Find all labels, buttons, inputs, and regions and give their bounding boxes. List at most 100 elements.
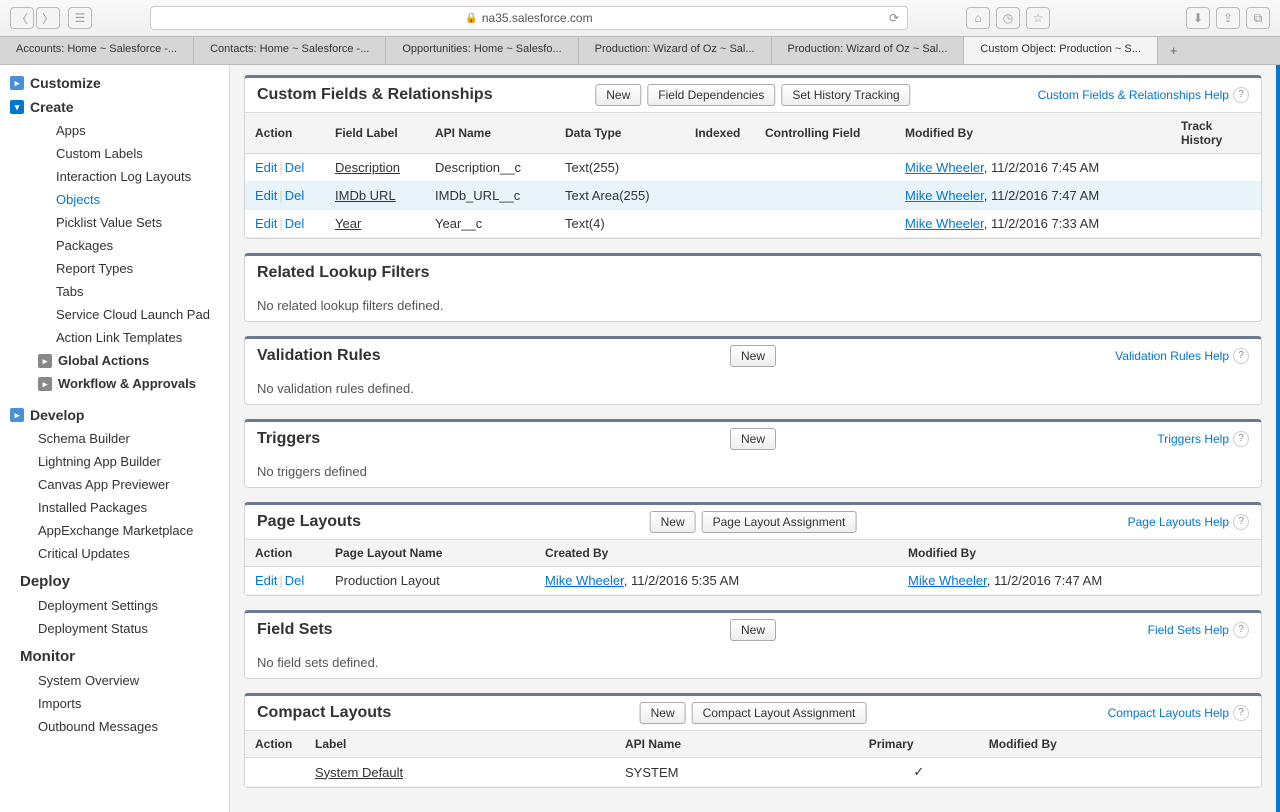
- sidebar-deploy-settings[interactable]: Deployment Settings: [0, 594, 229, 617]
- sidebar-workflow[interactable]: ▸Workflow & Approvals: [0, 372, 229, 395]
- tabs-icon[interactable]: ⧉: [1246, 7, 1270, 29]
- layout-assignment-button[interactable]: Page Layout Assignment: [702, 511, 857, 533]
- sidebar-packages[interactable]: Packages: [0, 234, 229, 257]
- history-tracking-button[interactable]: Set History Tracking: [781, 84, 910, 106]
- sidebar-develop[interactable]: ▸Develop: [0, 403, 229, 427]
- sidebar-service-cloud[interactable]: Service Cloud Launch Pad: [0, 303, 229, 326]
- sidebar-installed[interactable]: Installed Packages: [0, 496, 229, 519]
- field-description[interactable]: Description: [335, 160, 400, 175]
- url-bar[interactable]: 🔒 na35.salesforce.com ⟳: [150, 6, 908, 30]
- new-validation-button[interactable]: New: [730, 345, 776, 367]
- sidebar-lightning[interactable]: Lightning App Builder: [0, 450, 229, 473]
- new-tab-button[interactable]: +: [1158, 37, 1190, 64]
- sidebar-action-link[interactable]: Action Link Templates: [0, 326, 229, 349]
- triggers-help-link[interactable]: Triggers Help: [1157, 432, 1229, 446]
- refresh-icon[interactable]: ⟳: [889, 11, 899, 25]
- history-icon[interactable]: ◷: [996, 7, 1020, 29]
- tab-production-1[interactable]: Production: Wizard of Oz ~ Sal...: [579, 37, 772, 64]
- new-layout-button[interactable]: New: [650, 511, 696, 533]
- field-dependencies-button[interactable]: Field Dependencies: [647, 84, 775, 106]
- forward-button[interactable]: 〉: [36, 7, 60, 29]
- url-text: na35.salesforce.com: [482, 11, 593, 25]
- help-icon[interactable]: ?: [1233, 87, 1249, 103]
- expand-icon: ▸: [10, 76, 24, 90]
- sidebar-picklist[interactable]: Picklist Value Sets: [0, 211, 229, 234]
- validation-help-link[interactable]: Validation Rules Help: [1115, 349, 1229, 363]
- custom-fields-panel: Custom Fields & Relationships New Field …: [244, 75, 1262, 239]
- tab-production-2[interactable]: Production: Wizard of Oz ~ Sal...: [772, 37, 965, 64]
- sidebar-deploy-status[interactable]: Deployment Status: [0, 617, 229, 640]
- compact-help-link[interactable]: Compact Layouts Help: [1108, 706, 1229, 720]
- home-icon[interactable]: ⌂: [966, 7, 990, 29]
- tab-custom-object[interactable]: Custom Object: Production ~ S...: [964, 37, 1158, 64]
- tab-opportunities[interactable]: Opportunities: Home ~ Salesfo...: [386, 37, 578, 64]
- sidebar-apps[interactable]: Apps: [0, 119, 229, 142]
- help-icon[interactable]: ?: [1233, 348, 1249, 364]
- validation-panel: Validation Rules New Validation Rules He…: [244, 336, 1262, 405]
- sidebar-system-overview[interactable]: System Overview: [0, 669, 229, 692]
- tab-accounts[interactable]: Accounts: Home ~ Salesforce -...: [0, 37, 194, 64]
- help-icon[interactable]: ?: [1233, 514, 1249, 530]
- tab-contacts[interactable]: Contacts: Home ~ Salesforce -...: [194, 37, 386, 64]
- sidebar-critical[interactable]: Critical Updates: [0, 542, 229, 565]
- del-link[interactable]: Del: [285, 188, 305, 203]
- new-field-button[interactable]: New: [595, 84, 641, 106]
- page-layouts-table: Action Page Layout Name Created By Modif…: [245, 539, 1261, 595]
- help-icon[interactable]: ?: [1233, 431, 1249, 447]
- user-link[interactable]: Mike Wheeler: [905, 188, 984, 203]
- expand-icon: ▸: [10, 408, 24, 422]
- new-compact-button[interactable]: New: [640, 702, 686, 724]
- compact-system-default[interactable]: System Default: [315, 765, 403, 780]
- validation-title: Validation Rules: [257, 347, 381, 365]
- del-link[interactable]: Del: [285, 216, 305, 231]
- edit-link[interactable]: Edit: [255, 216, 277, 231]
- table-row: Edit|Del Production Layout Mike Wheeler,…: [245, 567, 1261, 595]
- del-link[interactable]: Del: [285, 573, 305, 588]
- user-link[interactable]: Mike Wheeler: [905, 160, 984, 175]
- validation-empty: No validation rules defined.: [245, 373, 1261, 404]
- col-controlling: Controlling Field: [755, 113, 895, 154]
- compact-assignment-button[interactable]: Compact Layout Assignment: [692, 702, 867, 724]
- sidebar-imports[interactable]: Imports: [0, 692, 229, 715]
- sidebar-tabs[interactable]: Tabs: [0, 280, 229, 303]
- sidebar-interaction-log[interactable]: Interaction Log Layouts: [0, 165, 229, 188]
- new-trigger-button[interactable]: New: [730, 428, 776, 450]
- sidebar-create[interactable]: ▾Create: [0, 95, 229, 119]
- field-year[interactable]: Year: [335, 216, 361, 231]
- table-row: System Default SYSTEM ✓: [245, 758, 1261, 787]
- sidebar-appexchange[interactable]: AppExchange Marketplace: [0, 519, 229, 542]
- download-icon[interactable]: ⬇: [1186, 7, 1210, 29]
- sidebar-schema[interactable]: Schema Builder: [0, 427, 229, 450]
- bookmark-icon[interactable]: ☆: [1026, 7, 1050, 29]
- edit-link[interactable]: Edit: [255, 160, 277, 175]
- compact-layouts-panel: Compact Layouts New Compact Layout Assig…: [244, 693, 1262, 788]
- sidebar-report-types[interactable]: Report Types: [0, 257, 229, 280]
- custom-fields-help-link[interactable]: Custom Fields & Relationships Help: [1038, 88, 1229, 102]
- sidebar-custom-labels[interactable]: Custom Labels: [0, 142, 229, 165]
- del-link[interactable]: Del: [285, 160, 305, 175]
- sidebar-objects[interactable]: Objects: [0, 188, 229, 211]
- sidebar-outbound[interactable]: Outbound Messages: [0, 715, 229, 738]
- back-button[interactable]: 〈: [10, 7, 34, 29]
- share-icon[interactable]: ⇪: [1216, 7, 1240, 29]
- help-icon[interactable]: ?: [1233, 705, 1249, 721]
- sidebar-customize[interactable]: ▸Customize: [0, 71, 229, 95]
- new-fieldset-button[interactable]: New: [730, 619, 776, 641]
- related-lookup-title: Related Lookup Filters: [257, 264, 429, 282]
- help-icon[interactable]: ?: [1233, 622, 1249, 638]
- edit-link[interactable]: Edit: [255, 573, 277, 588]
- primary-check-icon: ✓: [859, 758, 979, 787]
- sidebar-monitor-heading: Monitor: [0, 640, 229, 669]
- user-link[interactable]: Mike Wheeler: [908, 573, 987, 588]
- edit-link[interactable]: Edit: [255, 188, 277, 203]
- expand-icon: ▸: [38, 354, 52, 368]
- field-imdb-url[interactable]: IMDb URL: [335, 188, 396, 203]
- page-layouts-help-link[interactable]: Page Layouts Help: [1128, 515, 1229, 529]
- sidebar-global-actions[interactable]: ▸Global Actions: [0, 349, 229, 372]
- user-link[interactable]: Mike Wheeler: [545, 573, 624, 588]
- sidebar-canvas[interactable]: Canvas App Previewer: [0, 473, 229, 496]
- user-link[interactable]: Mike Wheeler: [905, 216, 984, 231]
- field-sets-help-link[interactable]: Field Sets Help: [1148, 623, 1229, 637]
- table-row: Edit|Del IMDb URL IMDb_URL__c Text Area(…: [245, 182, 1261, 210]
- sidebar-toggle-button[interactable]: ☰: [68, 7, 92, 29]
